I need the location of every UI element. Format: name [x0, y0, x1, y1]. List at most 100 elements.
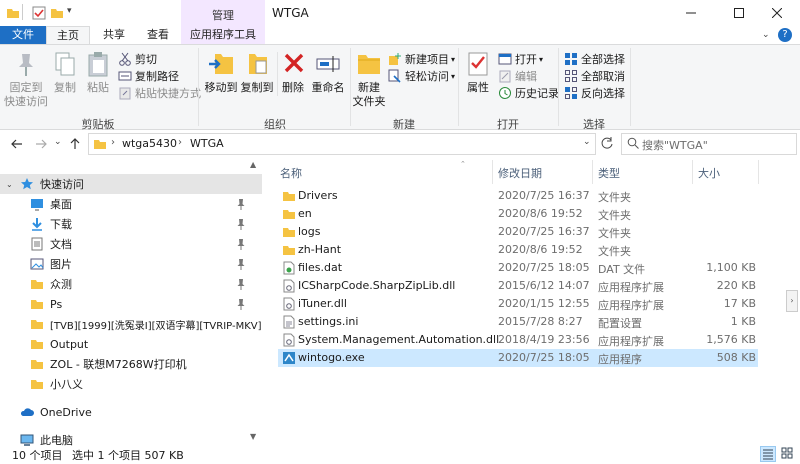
column-header-size[interactable]: 大小 — [698, 165, 720, 181]
properties-button[interactable]: 属性 — [462, 50, 494, 95]
details-view-button[interactable] — [760, 446, 776, 462]
recent-locations-icon[interactable]: ⌄ — [54, 137, 62, 147]
list-item[interactable]: settings.ini 2015/7/28 8:27 配置设置 1 KB — [278, 313, 758, 331]
nav-quick-access[interactable]: ⌄ 快速访问 — [0, 174, 262, 194]
column-header-type[interactable]: 类型 — [598, 165, 620, 181]
properties-icon — [464, 50, 492, 78]
pin-icon[interactable] — [236, 298, 246, 310]
qat-dropdown-icon[interactable]: ▾ — [67, 6, 72, 16]
refresh-button[interactable] — [600, 136, 614, 152]
new-folder-button[interactable]: 新建 文件夹 — [352, 50, 386, 109]
nav-item-output[interactable]: Output — [0, 334, 262, 354]
select-all-button[interactable]: 全部选择 — [564, 51, 625, 67]
tab-home[interactable]: 主页 — [46, 26, 90, 45]
paste-button[interactable]: 粘贴 — [82, 50, 114, 95]
window-title: WTGA — [272, 6, 309, 20]
help-icon[interactable]: ? — [778, 28, 792, 42]
new-folder-label: 新建 — [358, 81, 380, 94]
tab-view[interactable]: 查看 — [138, 26, 178, 44]
column-divider[interactable] — [692, 160, 693, 184]
file-size: 220 KB — [716, 279, 756, 292]
breadcrumb-wtga[interactable]: WTGA — [190, 137, 224, 150]
list-item[interactable]: zh-Hant 2020/8/6 19:52 文件夹 — [278, 241, 758, 259]
delete-button[interactable]: 删除 — [280, 50, 306, 95]
list-item[interactable]: ICSharpCode.SharpZipLib.dll 2015/6/12 14… — [278, 277, 758, 295]
new-folder-qat-icon[interactable] — [50, 6, 64, 20]
file-modified: 2020/7/25 18:05 — [498, 261, 590, 274]
paste-shortcut-button[interactable]: 粘贴快捷方式 — [118, 85, 201, 101]
pin-icon[interactable] — [236, 238, 246, 250]
tab-share[interactable]: 共享 — [94, 26, 134, 44]
tab-file[interactable]: 文件 — [0, 26, 46, 44]
pin-icon[interactable] — [236, 258, 246, 270]
pin-icon[interactable] — [236, 218, 246, 230]
nav-item-label: Output — [50, 337, 89, 351]
history-button[interactable]: 历史记录 — [498, 85, 559, 101]
file-modified: 2020/8/6 19:52 — [498, 243, 583, 256]
list-item[interactable]: System.Management.Automation.dll 2018/4/… — [278, 331, 758, 349]
nav-scroll-down-icon[interactable]: ▼ — [250, 432, 256, 441]
pin-icon[interactable] — [236, 278, 246, 290]
up-button[interactable] — [68, 137, 82, 151]
breadcrumb-chevron-icon[interactable]: › — [178, 137, 182, 148]
easy-access-button[interactable]: 轻松访问 ▾ — [388, 68, 455, 84]
copy-to-button[interactable]: 复制到 — [240, 50, 274, 95]
open-button[interactable]: 打开 ▾ — [498, 51, 543, 67]
copy-path-button[interactable]: 复制路径 — [118, 68, 179, 84]
ribbon-collapse-icon[interactable]: ⌄ — [762, 30, 770, 40]
list-item[interactable]: Drivers 2020/7/25 16:37 文件夹 — [278, 187, 758, 205]
file-type: 应用程序扩展 — [598, 281, 664, 294]
expand-chevron-icon[interactable]: ⌄ — [6, 180, 16, 189]
nav-onedrive[interactable]: OneDrive — [0, 402, 262, 422]
back-button[interactable] — [10, 137, 24, 151]
column-header-modified[interactable]: 修改日期 — [498, 165, 542, 181]
nav-item-ps[interactable]: Ps — [0, 294, 262, 314]
rename-button[interactable]: 重命名 — [308, 50, 348, 95]
preview-pane-toggle-icon[interactable]: › — [786, 290, 798, 312]
list-item[interactable]: files.dat 2020/7/25 18:05 DAT 文件 1,100 K… — [278, 259, 758, 277]
breadcrumb-wtga5430[interactable]: wtga5430 — [122, 137, 177, 150]
column-divider[interactable] — [592, 160, 593, 184]
file-name: zh-Hant — [298, 243, 342, 256]
close-button[interactable] — [754, 0, 800, 26]
breadcrumb-chevron-icon[interactable]: › — [111, 137, 115, 148]
forward-button[interactable] — [34, 137, 48, 151]
copy-to-icon — [243, 50, 271, 78]
edit-button[interactable]: 编辑 — [498, 68, 537, 84]
pin-quick-access-button[interactable]: 固定到 快速访问 — [4, 50, 48, 109]
list-item[interactable]: en 2020/8/6 19:52 文件夹 — [278, 205, 758, 223]
list-item[interactable]: iTuner.dll 2020/1/15 12:55 应用程序扩展 17 KB — [278, 295, 758, 313]
pin-icon[interactable] — [236, 198, 246, 210]
column-divider[interactable] — [492, 160, 493, 184]
nav-item-zhongce[interactable]: 众测 — [0, 274, 262, 294]
address-dropdown-icon[interactable]: ⌄ — [583, 137, 591, 147]
nav-item-tvb[interactable]: [TVB][1999][洗冤录I][双语字幕][TVRIP-MKV] — [0, 314, 262, 334]
nav-item-desktop[interactable]: 桌面 — [0, 194, 262, 214]
select-group-label: 选择 — [583, 118, 605, 131]
list-item-selected[interactable]: wintogo.exe 2020/7/25 18:05 应用程序 508 KB — [278, 349, 758, 367]
new-group-label: 新建 — [393, 118, 415, 131]
tab-app-tools[interactable]: 应用程序工具 — [181, 26, 265, 44]
invert-selection-button[interactable]: 反向选择 — [564, 85, 625, 101]
cut-button[interactable]: 剪切 — [118, 51, 157, 67]
new-item-label: 新建项目 — [405, 53, 449, 66]
select-none-button[interactable]: 全部取消 — [564, 68, 625, 84]
minimize-button[interactable] — [668, 0, 714, 26]
nav-item-downloads[interactable]: 下载 — [0, 214, 262, 234]
nav-item-xiaobayi[interactable]: 小八义 — [0, 374, 262, 394]
file-type: 应用程序 — [598, 353, 642, 366]
new-item-button[interactable]: 新建项目 ▾ — [388, 51, 455, 67]
copy-button[interactable]: 复制 — [50, 50, 80, 95]
list-item[interactable]: logs 2020/7/25 16:37 文件夹 — [278, 223, 758, 241]
column-divider[interactable] — [758, 160, 759, 184]
file-modified: 2020/7/25 16:37 — [498, 225, 590, 238]
nav-item-pictures[interactable]: 图片 — [0, 254, 262, 274]
column-header-name[interactable]: 名称 — [280, 165, 302, 181]
folder-icon — [282, 243, 296, 257]
nav-item-zol[interactable]: ZOL - 联想M7268W打印机 — [0, 354, 262, 374]
large-icons-view-button[interactable] — [780, 446, 796, 462]
properties-check-icon[interactable] — [32, 6, 46, 20]
nav-item-documents[interactable]: 文档 — [0, 234, 262, 254]
nav-scroll-up-icon[interactable]: ▲ — [250, 160, 256, 169]
move-to-button[interactable]: 移动到 — [204, 50, 238, 95]
